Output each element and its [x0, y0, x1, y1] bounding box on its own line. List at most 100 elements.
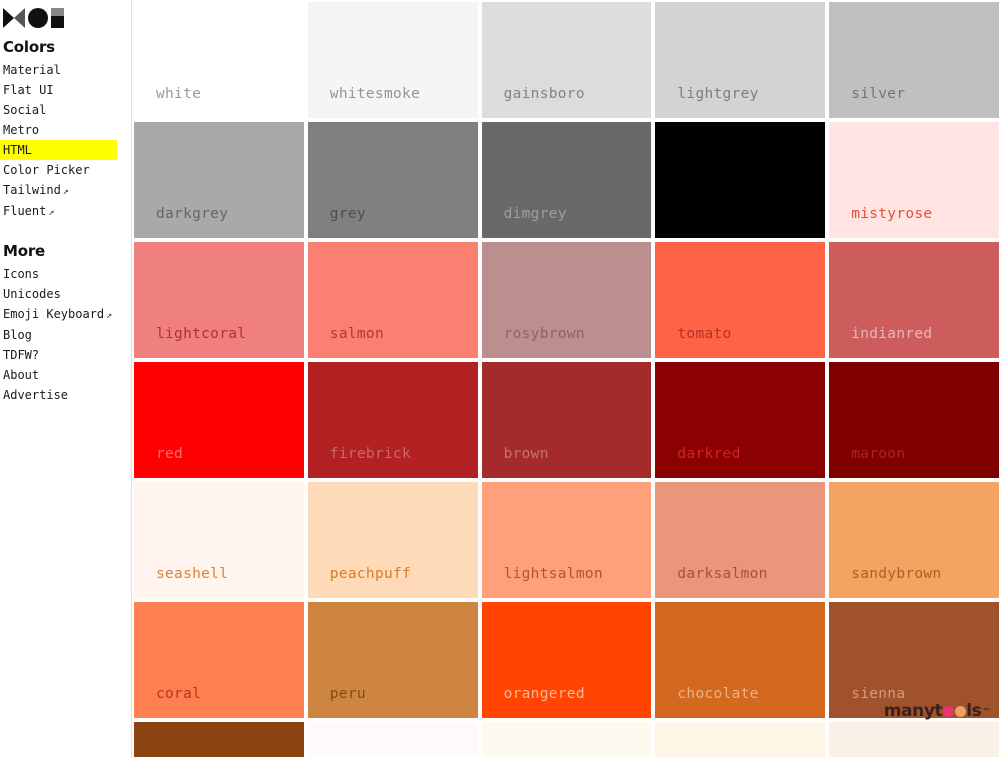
color-swatch[interactable]: floralwhite	[481, 722, 652, 757]
color-swatch-label: orangered	[503, 686, 585, 702]
sidebar-item-icons[interactable]: Icons	[0, 264, 131, 284]
color-swatch-label: lightcoral	[156, 326, 247, 342]
color-swatch-label: coral	[156, 686, 202, 702]
sidebar-item-unicodes[interactable]: Unicodes	[0, 284, 131, 304]
color-swatch[interactable]: black	[655, 122, 826, 238]
color-swatch[interactable]: salmon	[307, 242, 478, 358]
color-swatch[interactable]: darkgrey	[134, 122, 304, 238]
color-grid: white whitesmoke gainsboro lightgrey silver d…	[132, 0, 1000, 757]
color-swatch[interactable]: brown	[481, 362, 652, 478]
color-swatch-label: sienna	[851, 686, 906, 702]
color-swatch-label: peru	[329, 686, 366, 702]
color-swatch[interactable]: oldlace	[655, 722, 826, 757]
square-icon	[51, 7, 64, 28]
sidebar-item-label: Material	[3, 62, 61, 77]
color-swatch[interactable]: mistyrose	[829, 122, 999, 238]
nav-heading-colors: Colors	[3, 38, 55, 56]
sidebar-item-tdfw[interactable]: TDFW?	[0, 345, 131, 365]
color-grid-panel: white whitesmoke gainsboro lightgrey silver d…	[132, 0, 1000, 757]
external-link-icon: ↗	[106, 309, 113, 321]
color-swatch-label: mistyrose	[851, 206, 933, 222]
sidebar-item-flat-ui[interactable]: Flat UI	[0, 80, 131, 100]
sidebar-item-social[interactable]: Social	[0, 100, 131, 120]
color-swatch-label: darkgrey	[156, 206, 229, 222]
color-swatch[interactable]: white	[134, 2, 304, 118]
sidebar-item-label: Tailwind	[3, 182, 61, 197]
color-swatch-label: red	[156, 446, 184, 462]
sidebar-item-label: Color Picker	[3, 162, 90, 177]
color-swatch-label: grey	[329, 206, 366, 222]
color-swatch-label: salmon	[329, 326, 384, 342]
color-swatch-label: black	[677, 206, 723, 222]
color-swatch[interactable]: linen	[829, 722, 999, 757]
sidebar-item-label: TDFW?	[3, 347, 40, 362]
sidebar-item-label: Flat UI	[3, 82, 54, 97]
color-swatch[interactable]: seashell	[134, 482, 304, 598]
color-swatch[interactable]: rosybrown	[481, 242, 652, 358]
sidebar-item-metro[interactable]: Metro	[0, 120, 131, 140]
color-swatch[interactable]: maroon	[829, 362, 999, 478]
sidebar-item-advertise[interactable]: Advertise	[0, 385, 131, 405]
color-swatch[interactable]: gainsboro	[481, 2, 652, 118]
color-swatch[interactable]: dimgrey	[481, 122, 652, 238]
sidebar-item-label: About	[3, 367, 40, 382]
color-swatch[interactable]: snow	[307, 722, 478, 757]
color-swatch[interactable]: coral	[134, 602, 304, 718]
sidebar-item-emoji-keyboard[interactable]: Emoji Keyboard ↗	[0, 304, 131, 325]
color-swatch[interactable]: lightcoral	[134, 242, 304, 358]
sidebar-item-label: Emoji Keyboard	[3, 306, 105, 321]
color-swatch-label: brown	[503, 446, 549, 462]
color-swatch[interactable]: peachpuff	[307, 482, 478, 598]
color-reference-page: Colors Material Flat UI Social Metro HTM…	[0, 0, 1000, 757]
color-swatch-label: whitesmoke	[329, 86, 421, 102]
sidebar-item-label: Icons	[3, 266, 40, 281]
color-swatch[interactable]: indianred	[829, 242, 999, 358]
bowtie-icon	[3, 7, 25, 28]
color-swatch-label: lightsalmon	[503, 566, 603, 582]
color-swatch[interactable]: saddlebrown	[134, 722, 304, 757]
color-swatch-label: lightgrey	[677, 86, 759, 102]
color-swatch-label: indianred	[851, 326, 933, 342]
circle-icon	[28, 7, 48, 28]
sidebar-item-color-picker[interactable]: Color Picker	[0, 160, 131, 180]
color-swatch[interactable]: firebrick	[307, 362, 478, 478]
sidebar-item-label: Fluent	[3, 203, 47, 218]
color-swatch[interactable]: darkred	[655, 362, 826, 478]
color-swatch-label: sandybrown	[851, 566, 942, 582]
color-swatch[interactable]: grey	[307, 122, 478, 238]
color-swatch[interactable]: lightsalmon	[481, 482, 652, 598]
sidebar-item-fluent[interactable]: Fluent ↗	[0, 201, 131, 222]
color-swatch[interactable]: chocolate	[655, 602, 826, 718]
color-swatch[interactable]: sandybrown	[829, 482, 999, 598]
color-swatch[interactable]: orangered	[481, 602, 652, 718]
sidebar-item-about[interactable]: About	[0, 365, 131, 385]
color-swatch[interactable]: whitesmoke	[307, 2, 478, 118]
sidebar-item-blog[interactable]: Blog	[0, 325, 131, 345]
color-swatch-label: dimgrey	[503, 206, 567, 222]
sidebar-item-label: HTML	[3, 142, 32, 157]
color-swatch-label: silver	[851, 86, 906, 102]
sidebar-item-label: Blog	[3, 327, 32, 342]
color-swatch[interactable]: tomato	[655, 242, 826, 358]
color-swatch-label: peachpuff	[329, 566, 412, 582]
color-swatch-label: white	[156, 86, 202, 102]
color-swatch[interactable]: lightgrey	[655, 2, 826, 118]
color-swatch[interactable]: silver	[829, 2, 999, 118]
external-link-icon: ↗	[62, 185, 69, 197]
color-swatch-label: darkred	[677, 446, 741, 462]
color-swatch[interactable]: darksalmon	[655, 482, 826, 598]
nav-heading-more: More	[3, 242, 46, 260]
sidebar: Colors Material Flat UI Social Metro HTM…	[0, 0, 132, 757]
sidebar-item-label: Metro	[3, 122, 40, 137]
color-swatch[interactable]: peru	[307, 602, 478, 718]
color-swatch-label: maroon	[851, 446, 906, 462]
color-swatch[interactable]: sienna	[829, 602, 999, 718]
color-swatch-label: tomato	[677, 326, 732, 342]
sidebar-item-material[interactable]: Material	[0, 60, 131, 80]
color-swatch-label: seashell	[156, 566, 229, 582]
sidebar-item-html[interactable]: HTML	[0, 140, 117, 160]
sidebar-item-tailwind[interactable]: Tailwind ↗	[0, 180, 131, 201]
color-swatch-label: gainsboro	[503, 86, 585, 102]
manytools-logo[interactable]	[0, 0, 131, 30]
color-swatch[interactable]: red	[134, 362, 304, 478]
